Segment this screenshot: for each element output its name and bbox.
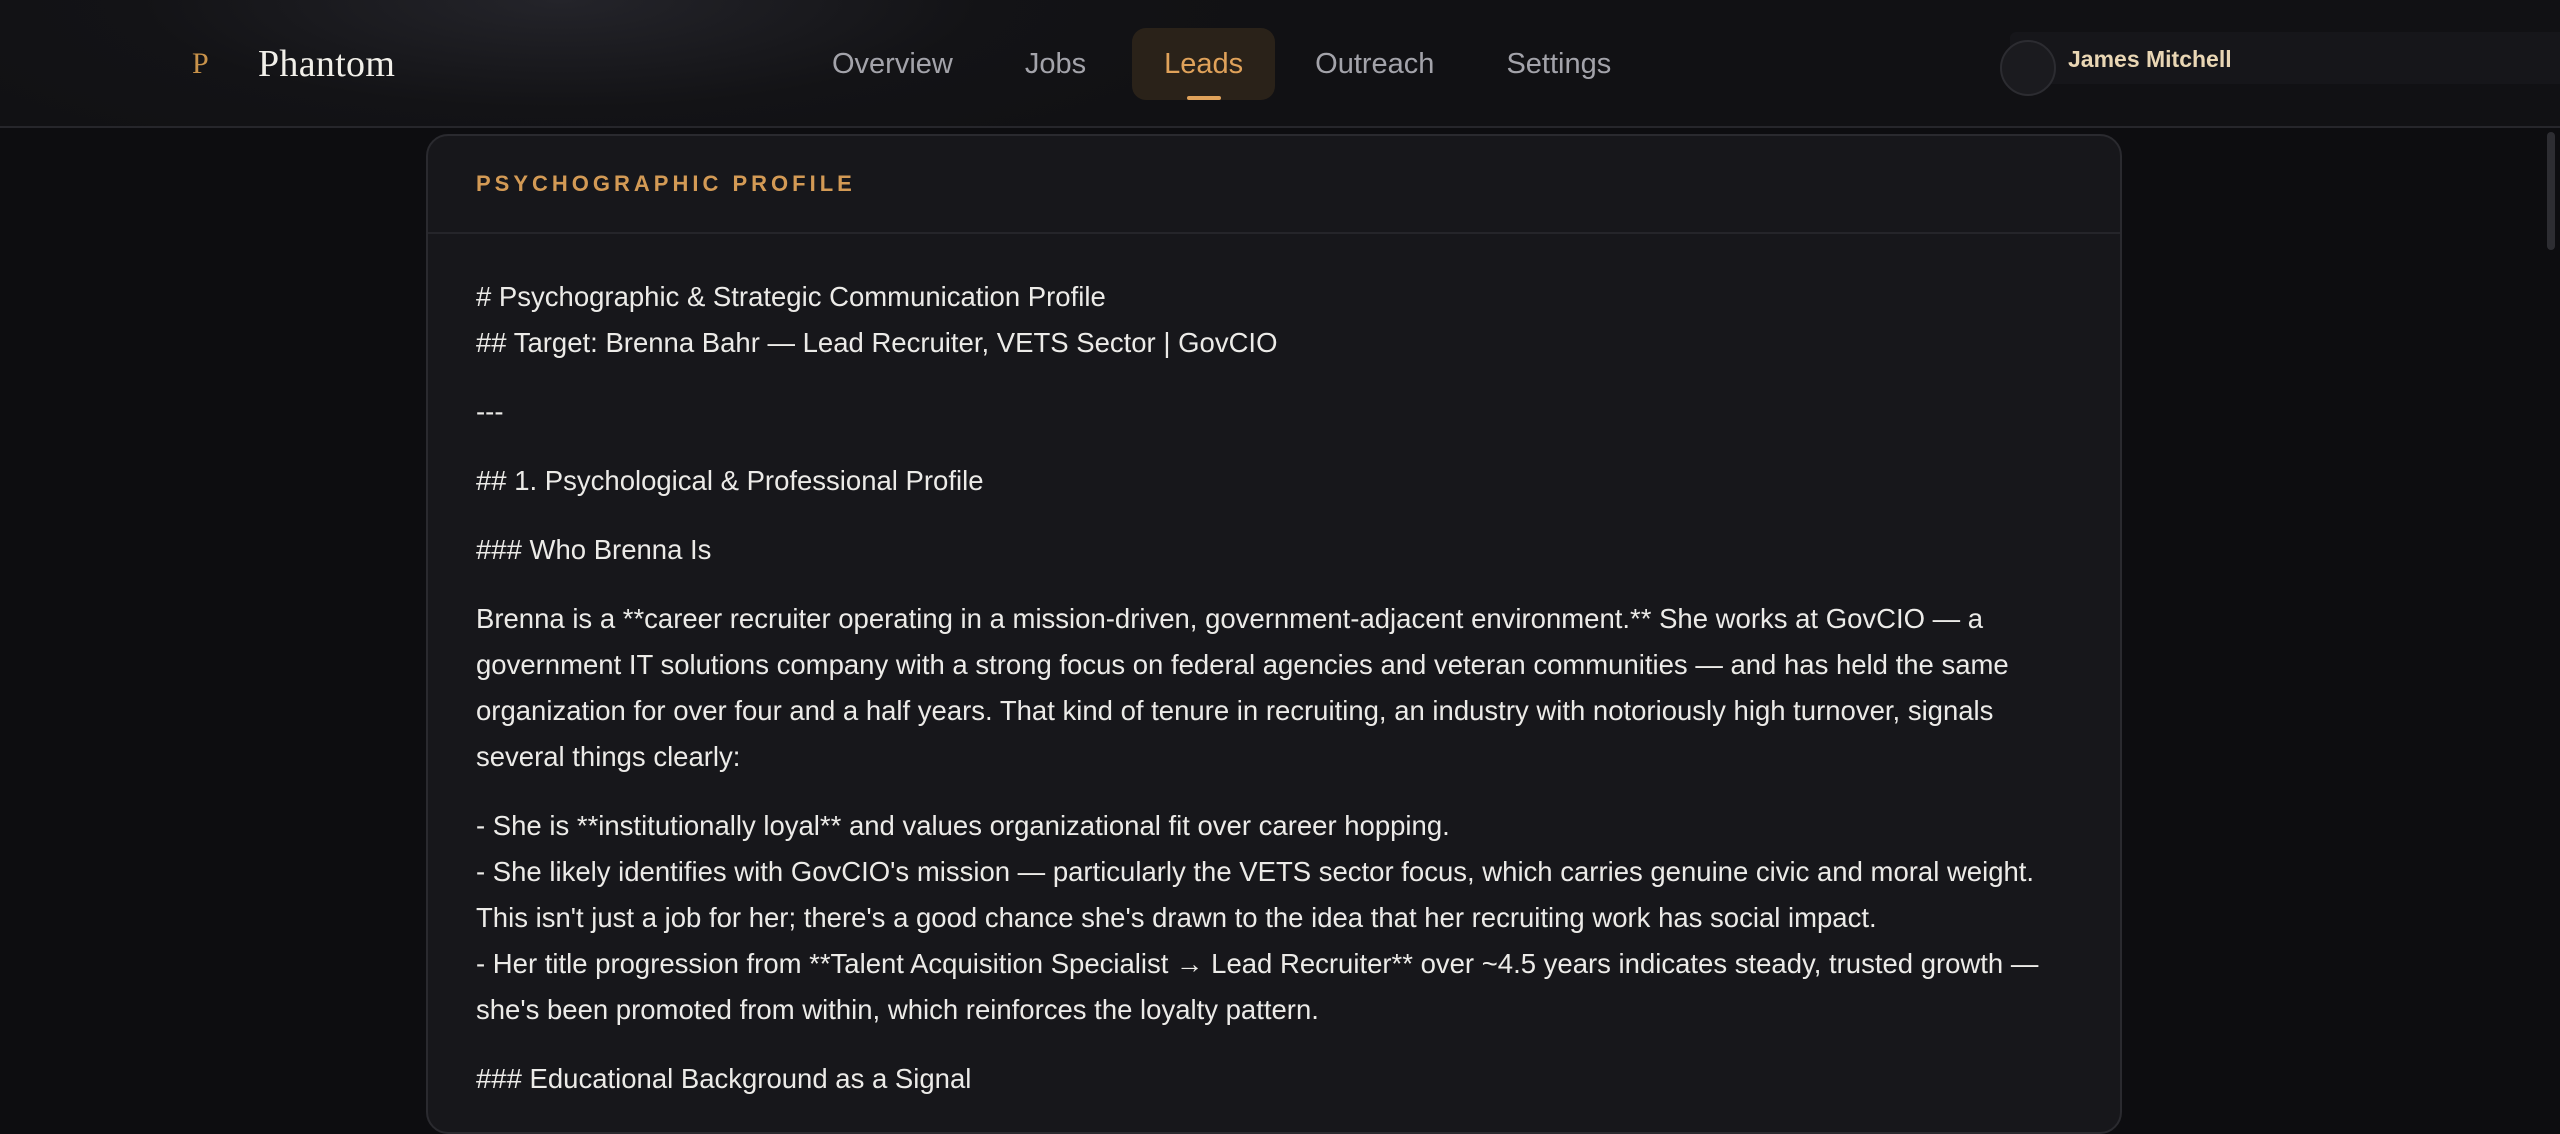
logo-mark-icon: P xyxy=(192,47,209,80)
list-item: - She is **institutionally loyal** and v… xyxy=(476,810,1450,841)
content-h2-section1: ## 1. Psychological & Professional Profi… xyxy=(476,465,984,496)
nav-tab-jobs[interactable]: Jobs xyxy=(993,28,1118,100)
content-heading-block: # Psychographic & Strategic Communicatio… xyxy=(476,274,2072,366)
content-h3-education: ### Educational Background as a Signal xyxy=(476,1063,972,1094)
nav-tab-outreach[interactable]: Outreach xyxy=(1283,28,1466,100)
main-nav: Overview Jobs Leads Outreach Settings xyxy=(800,28,1643,100)
content-paragraph-intro: Brenna is a **career recruiter operating… xyxy=(476,603,2009,772)
scrollbar-thumb[interactable] xyxy=(2547,132,2555,250)
scrollbar-track[interactable] xyxy=(2540,128,2560,1102)
list-item: - She likely identifies with GovCIO's mi… xyxy=(476,856,2035,933)
list-item: - Her title progression from **Talent Ac… xyxy=(476,948,2039,1025)
user-name[interactable]: James Mitchell xyxy=(2068,46,2232,73)
content-h3-who: ### Who Brenna Is xyxy=(476,534,712,565)
content-h1: # Psychographic & Strategic Communicatio… xyxy=(476,281,1106,312)
content-h2-target: ## Target: Brenna Bahr — Lead Recruiter,… xyxy=(476,327,1278,358)
app-name: Phantom xyxy=(258,43,396,85)
card-title: PSYCHOGRAPHIC PROFILE xyxy=(476,171,856,196)
card-header: PSYCHOGRAPHIC PROFILE xyxy=(428,136,2120,234)
psychographic-profile-card: PSYCHOGRAPHIC PROFILE # Psychographic & … xyxy=(426,134,2122,1134)
nav-tab-leads[interactable]: Leads xyxy=(1132,28,1276,100)
content-bullet-list: - She is **institutionally loyal** and v… xyxy=(476,803,2072,1033)
nav-tab-overview[interactable]: Overview xyxy=(800,28,985,100)
nav-tab-settings[interactable]: Settings xyxy=(1474,28,1643,100)
profile-content: # Psychographic & Strategic Communicatio… xyxy=(428,234,2120,1102)
avatar[interactable] xyxy=(2000,40,2056,96)
content-divider: --- xyxy=(476,396,504,427)
top-navigation-bar: P Phantom Overview Jobs Leads Outreach S… xyxy=(0,0,2560,128)
brand[interactable]: P Phantom xyxy=(192,40,395,88)
